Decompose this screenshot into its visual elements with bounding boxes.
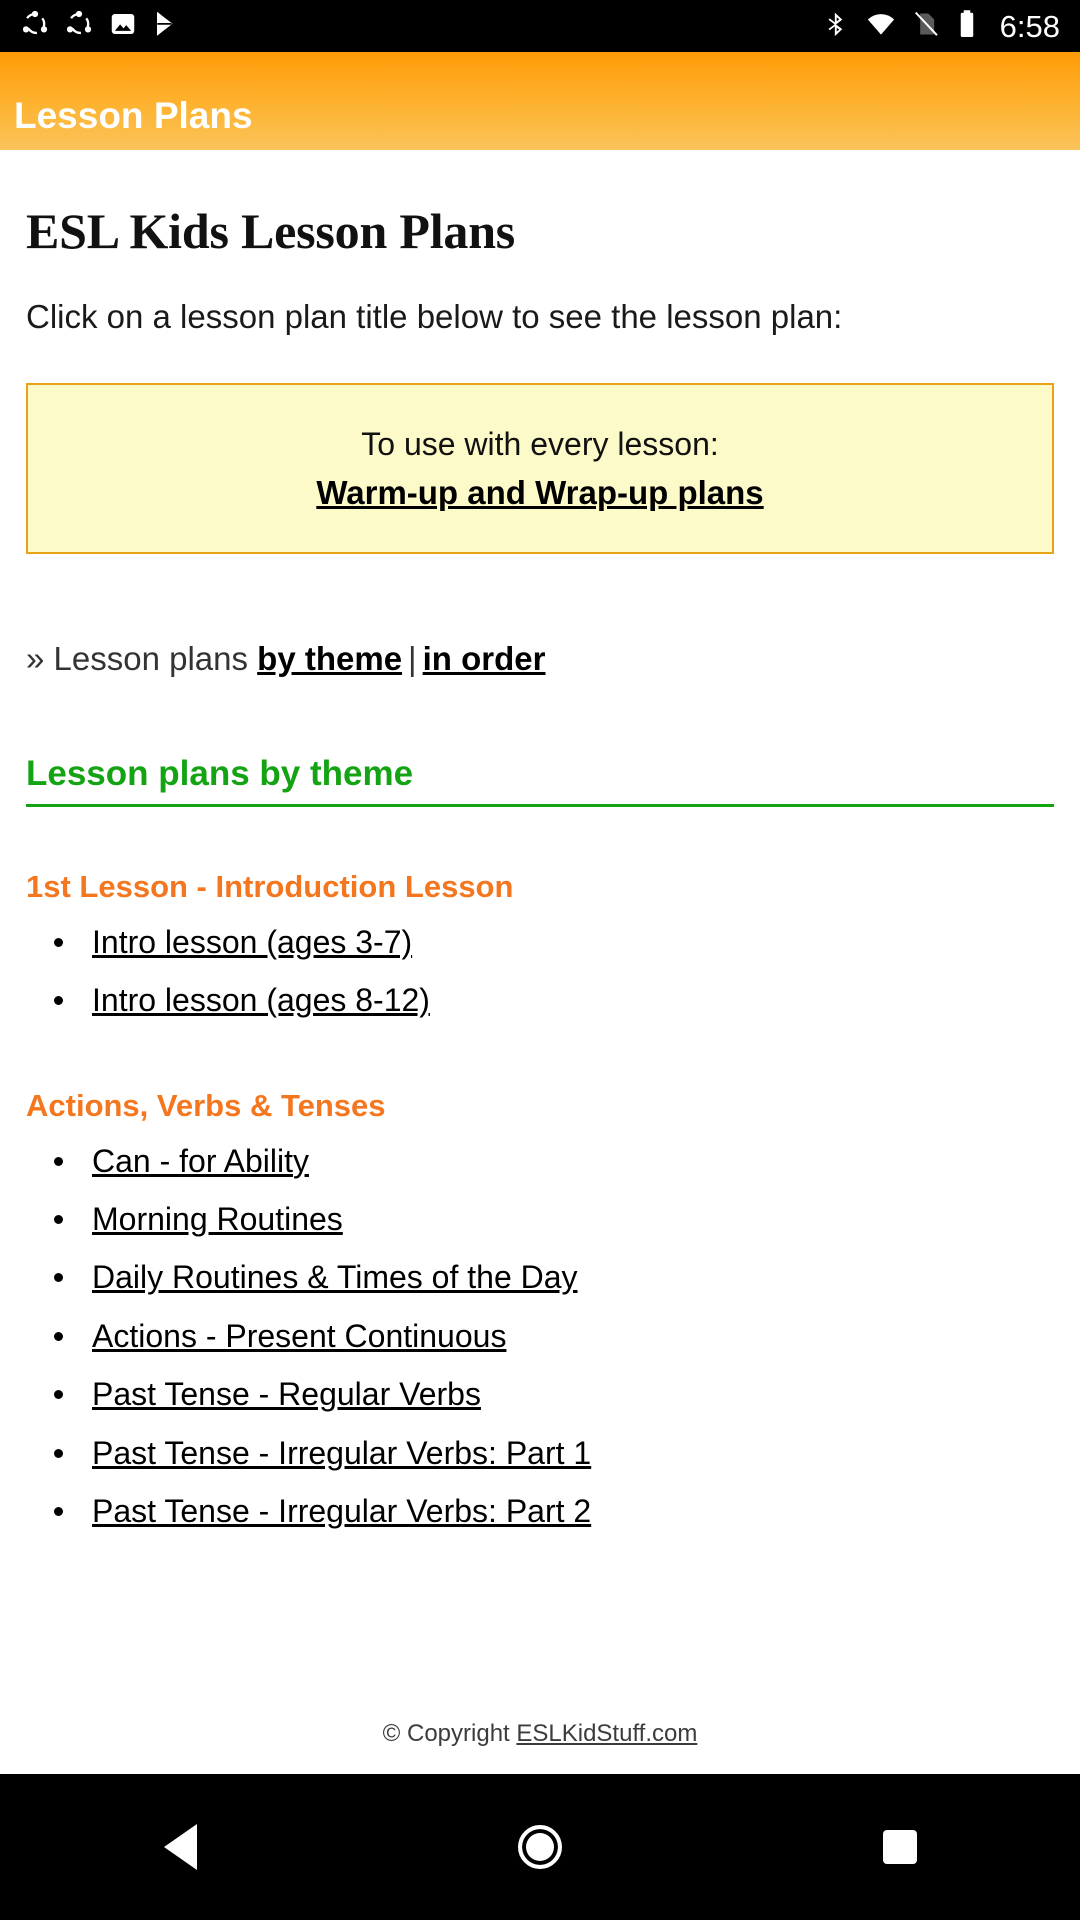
sync-icon <box>64 9 94 44</box>
wifi-icon <box>866 9 896 44</box>
lesson-plan-nav: » Lesson plans by theme | in order <box>26 640 1054 678</box>
app-bar-title: Lesson Plans <box>14 95 253 136</box>
status-bar-left-icons <box>20 9 182 44</box>
lesson-link[interactable]: Past Tense - Irregular Verbs: Part 1 <box>92 1435 591 1471</box>
status-bar-clock: 6:58 <box>999 8 1060 44</box>
list-item: Daily Routines & Times of the Day <box>26 1254 1054 1300</box>
section-divider <box>26 803 1054 807</box>
app-bar: Lesson Plans <box>0 52 1080 150</box>
recents-button[interactable] <box>720 1830 1080 1864</box>
copyright-text: © Copyright <box>382 1720 517 1747</box>
list-item: Can - for Ability <box>26 1138 1054 1184</box>
no-sim-icon <box>912 10 940 43</box>
theme-heading-intro: 1st Lesson - Introduction Lesson <box>26 868 514 904</box>
by-theme-link[interactable]: by theme <box>257 640 402 677</box>
callout-text: To use with every lesson: <box>361 425 719 462</box>
list-item: Morning Routines <box>26 1196 1054 1242</box>
home-button[interactable] <box>360 1825 720 1869</box>
sync-icon <box>20 9 50 44</box>
nav-prefix: » Lesson plans <box>26 639 248 677</box>
list-item: Past Tense - Irregular Verbs: Part 1 <box>26 1430 1054 1476</box>
image-icon <box>108 9 138 44</box>
section-heading-by-theme: Lesson plans by theme <box>26 753 414 793</box>
lesson-link[interactable]: Past Tense - Irregular Verbs: Part 2 <box>92 1493 591 1529</box>
list-item: Past Tense - Regular Verbs <box>26 1371 1054 1417</box>
nav-separator: | <box>408 639 417 677</box>
lesson-link[interactable]: Actions - Present Continuous <box>92 1318 506 1354</box>
lesson-link-list-intro: Intro lesson (ages 3-7) Intro lesson (ag… <box>26 919 1054 1024</box>
list-item: Actions - Present Continuous <box>26 1313 1054 1359</box>
recents-square-icon <box>883 1830 917 1864</box>
in-order-link[interactable]: in order <box>423 640 546 677</box>
back-button[interactable] <box>0 1824 360 1870</box>
lesson-link[interactable]: Past Tense - Regular Verbs <box>92 1376 481 1412</box>
lesson-link-list-actions: Can - for Ability Morning Routines Daily… <box>26 1138 1054 1535</box>
lesson-link[interactable]: Morning Routines <box>92 1201 343 1237</box>
site-link[interactable]: ESLKidStuff.com <box>516 1720 697 1747</box>
page-footer: © Copyright ESLKidStuff.com <box>0 1702 1080 1774</box>
lesson-link[interactable]: Intro lesson (ages 8-12) <box>92 982 430 1018</box>
warmup-callout-box: To use with every lesson: Warm-up and Wr… <box>26 382 1054 554</box>
status-bar-right-icons: 6:58 <box>822 9 1060 44</box>
bluetooth-icon <box>822 10 850 43</box>
page-title: ESL Kids Lesson Plans <box>26 203 516 259</box>
status-bar: 6:58 <box>0 0 1080 52</box>
lesson-link[interactable]: Daily Routines & Times of the Day <box>92 1259 578 1295</box>
play-store-icon <box>152 9 182 44</box>
list-item: Intro lesson (ages 8-12) <box>26 977 1054 1023</box>
battery-icon <box>956 9 978 44</box>
home-circle-icon <box>518 1825 562 1869</box>
back-triangle-icon <box>163 1824 197 1870</box>
webview-content[interactable]: ESL Kids Lesson Plans Click on a lesson … <box>0 150 1080 1774</box>
intro-instruction: Click on a lesson plan title below to se… <box>26 298 843 335</box>
system-navigation-bar <box>0 1774 1080 1920</box>
list-item: Past Tense - Irregular Verbs: Part 2 <box>26 1488 1054 1534</box>
theme-heading-actions: Actions, Verbs & Tenses <box>26 1087 386 1123</box>
lesson-link[interactable]: Intro lesson (ages 3-7) <box>92 924 412 960</box>
warmup-wrapup-link[interactable]: Warm-up and Wrap-up plans <box>316 474 763 512</box>
list-item: Intro lesson (ages 3-7) <box>26 919 1054 965</box>
lesson-link[interactable]: Can - for Ability <box>92 1143 309 1179</box>
